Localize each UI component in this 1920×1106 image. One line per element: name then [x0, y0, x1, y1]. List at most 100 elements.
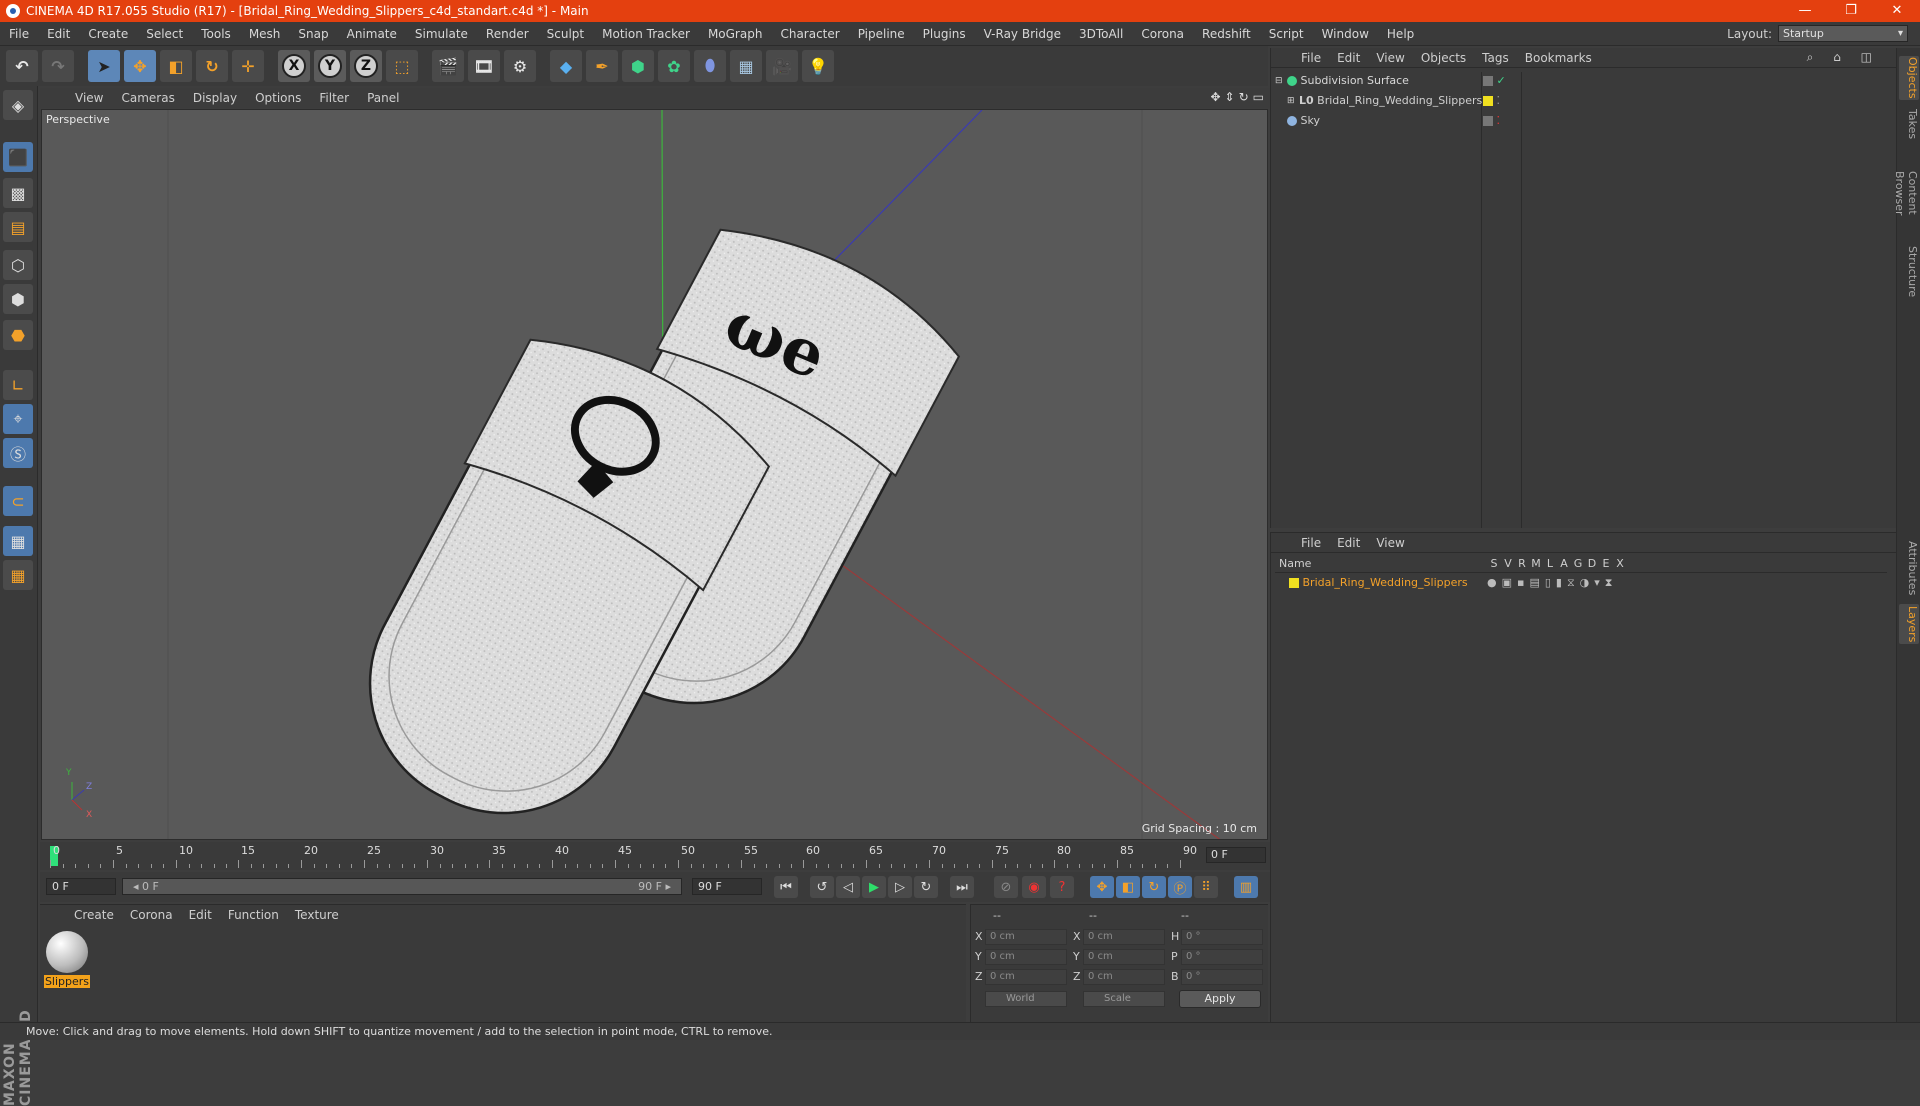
add-deformer-button[interactable]: ⬮: [694, 50, 726, 82]
close-button[interactable]: ✕: [1874, 0, 1920, 22]
menu-pipeline[interactable]: Pipeline: [849, 27, 914, 41]
object-row-slippers[interactable]: ⊞ L0 Bridal_Ring_Wedding_Slippers ⁚: [1275, 92, 1887, 110]
tab-attributes[interactable]: Attributes: [1899, 538, 1919, 598]
objmgr-menu-file[interactable]: File: [1293, 51, 1329, 65]
objmgr-menu-view[interactable]: View: [1368, 51, 1412, 65]
tree-expand-icon[interactable]: ⊟: [1275, 72, 1283, 90]
tweak-mode-button[interactable]: ⌖: [3, 404, 33, 434]
layer-col-expressions[interactable]: E: [1599, 557, 1613, 572]
layer-col-name[interactable]: Name: [1275, 557, 1487, 572]
layer-color-tag[interactable]: ⁚: [1483, 92, 1500, 110]
apply-button[interactable]: Apply: [1179, 990, 1261, 1008]
viewport-menu-options[interactable]: Options: [246, 91, 310, 105]
live-selection-button[interactable]: ➤: [88, 50, 120, 82]
objmgr-menu-bookmarks[interactable]: Bookmarks: [1517, 51, 1600, 65]
snap-button[interactable]: Ⓢ: [3, 438, 33, 468]
layermgr-menu-view[interactable]: View: [1368, 536, 1412, 550]
magnet-button[interactable]: ⊂: [3, 486, 33, 516]
layer-col-solo[interactable]: S: [1487, 557, 1501, 572]
menu-character[interactable]: Character: [771, 27, 848, 41]
key-parameter-button[interactable]: Ⓟ: [1168, 876, 1192, 898]
restore-button[interactable]: ❐: [1828, 0, 1874, 22]
viewport-menu-display[interactable]: Display: [184, 91, 246, 105]
edges-mode-button[interactable]: ⬢: [3, 284, 33, 314]
layer-col-view[interactable]: V: [1501, 557, 1515, 572]
menu-help[interactable]: Help: [1378, 27, 1423, 41]
tab-takes[interactable]: Takes: [1899, 106, 1919, 142]
orbit-icon[interactable]: ↻: [1239, 90, 1249, 104]
minimize-button[interactable]: —: [1782, 0, 1828, 22]
viewport-menu-cameras[interactable]: Cameras: [112, 91, 183, 105]
add-light-button[interactable]: 💡: [802, 50, 834, 82]
make-editable-button[interactable]: ◈: [3, 90, 33, 120]
menu-tools[interactable]: Tools: [192, 27, 240, 41]
workplane-mode-button[interactable]: ▤: [3, 212, 33, 242]
menu-redshift[interactable]: Redshift: [1193, 27, 1260, 41]
tab-objects[interactable]: Objects: [1899, 56, 1919, 100]
menu-corona[interactable]: Corona: [1132, 27, 1193, 41]
add-camera-button[interactable]: 🎥: [766, 50, 798, 82]
layer-col-locked[interactable]: L: [1543, 557, 1557, 572]
menu-vray-bridge[interactable]: V-Ray Bridge: [975, 27, 1070, 41]
menu-plugins[interactable]: Plugins: [914, 27, 975, 41]
viewport-menu-view[interactable]: View: [66, 91, 112, 105]
record-active-button[interactable]: ◉: [1022, 876, 1046, 898]
workplane-axis-button[interactable]: ▦: [3, 560, 33, 590]
pos-y-field[interactable]: 0 cm: [985, 949, 1067, 965]
pos-x-field[interactable]: 0 cm: [985, 929, 1067, 945]
pos-z-field[interactable]: 0 cm: [985, 969, 1067, 985]
rotate-tool-button[interactable]: ↻: [196, 50, 228, 82]
layer-col-manager[interactable]: M: [1529, 557, 1543, 572]
key-position-button[interactable]: ✥: [1090, 876, 1114, 898]
menu-animate[interactable]: Animate: [338, 27, 406, 41]
workplane-lock-button[interactable]: ▦: [3, 526, 33, 556]
rot-p-field[interactable]: 0 °: [1181, 949, 1263, 965]
rot-b-field[interactable]: 0 °: [1181, 969, 1263, 985]
material-menu-create[interactable]: Create: [66, 908, 122, 922]
redo-button[interactable]: ↷: [42, 50, 74, 82]
size-y-field[interactable]: 0 cm: [1083, 949, 1165, 965]
menu-mograph[interactable]: MoGraph: [699, 27, 772, 41]
move-tool-button[interactable]: ✥: [124, 50, 156, 82]
next-key-button[interactable]: ↻: [914, 876, 938, 898]
visibility-toggle[interactable]: ✓: [1483, 72, 1506, 90]
timeline-ruler[interactable]: 0 5 10 15 20 25 30 35 40 45 50 55 60 65 70 75 80 85 90 0 F: [40, 842, 1270, 870]
size-x-field[interactable]: 0 cm: [1083, 929, 1165, 945]
menu-mesh[interactable]: Mesh: [240, 27, 290, 41]
undo-button[interactable]: ↶: [6, 50, 38, 82]
layermgr-menu-edit[interactable]: Edit: [1329, 536, 1368, 550]
scale-dropdown[interactable]: Scale: [1083, 991, 1165, 1007]
play-button[interactable]: ▶: [862, 876, 886, 898]
frame-ruler[interactable]: 0 5 10 15 20 25 30 35 40 45 50 55 60 65 70 75 80 85 90: [50, 844, 1202, 868]
tree-expand-icon[interactable]: ⊞: [1287, 92, 1295, 110]
render-view-button[interactable]: 🎬: [432, 50, 464, 82]
layer-color-swatch[interactable]: [1289, 578, 1299, 588]
layer-col-render[interactable]: R: [1515, 557, 1529, 572]
add-scene-button[interactable]: ▦: [730, 50, 762, 82]
material-menu-edit[interactable]: Edit: [181, 908, 220, 922]
material-menu-texture[interactable]: Texture: [287, 908, 347, 922]
previous-frame-button[interactable]: ◁: [836, 876, 860, 898]
menu-simulate[interactable]: Simulate: [406, 27, 477, 41]
axis-mode-button[interactable]: ∟: [3, 370, 33, 400]
record-off-button[interactable]: ⊘: [994, 876, 1018, 898]
start-frame-field[interactable]: 0 F: [46, 878, 116, 895]
layer-col-animation[interactable]: A: [1557, 557, 1571, 572]
recent-tool-button[interactable]: ✛: [232, 50, 264, 82]
tab-layers[interactable]: Layers: [1899, 604, 1919, 644]
menu-script[interactable]: Script: [1260, 27, 1313, 41]
preview-range-slider[interactable]: ◂ 0 F 90 F ▸: [122, 878, 682, 895]
menu-window[interactable]: Window: [1313, 27, 1378, 41]
material-slippers[interactable]: Slippers: [44, 931, 90, 988]
add-array-button[interactable]: ✿: [658, 50, 690, 82]
end-frame-field[interactable]: 90 F: [692, 878, 762, 895]
object-row-sky[interactable]: Sky ⁚: [1275, 112, 1887, 130]
material-menu-function[interactable]: Function: [220, 908, 287, 922]
objmgr-menu-tags[interactable]: Tags: [1474, 51, 1517, 65]
size-z-field[interactable]: 0 cm: [1083, 969, 1165, 985]
previous-key-button[interactable]: ↺: [810, 876, 834, 898]
3d-viewport[interactable]: ωe Y Z X Perspective Grid Spacing : 10 c…: [41, 109, 1268, 840]
menu-snap[interactable]: Snap: [289, 27, 337, 41]
object-row-subdivision-surface[interactable]: ⊟ Subdivision Surface ✓: [1275, 72, 1887, 90]
layer-col-xref[interactable]: X: [1613, 557, 1627, 572]
